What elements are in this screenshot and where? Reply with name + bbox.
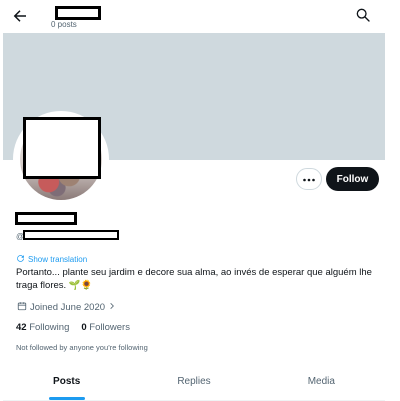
arrow-left-icon[interactable] bbox=[11, 7, 29, 25]
more-options-button[interactable] bbox=[296, 168, 322, 190]
profile-bio: Portanto... plante seu jardim e decore s… bbox=[16, 267, 372, 291]
tab-posts[interactable]: Posts bbox=[3, 366, 130, 400]
joined-date: Joined June 2020 bbox=[30, 302, 106, 313]
post-count: 0 posts bbox=[51, 20, 77, 29]
followers-label: Followers bbox=[89, 322, 130, 333]
tab-replies[interactable]: Replies bbox=[130, 366, 257, 400]
following-label: Following bbox=[29, 322, 70, 333]
search-icon[interactable] bbox=[355, 7, 371, 23]
more-icon bbox=[302, 170, 316, 188]
followers-link[interactable]: 0 Followers bbox=[81, 322, 130, 333]
profile-page: 0 posts Follow @ Show translation Portan… bbox=[3, 0, 385, 401]
tab-media[interactable]: Media bbox=[258, 366, 385, 400]
top-bar: 0 posts bbox=[3, 0, 385, 33]
tab-media-label: Media bbox=[307, 376, 335, 387]
joined-info[interactable]: Joined June 2020 bbox=[17, 301, 116, 314]
calendar-icon bbox=[17, 301, 27, 314]
followers-count: 0 bbox=[81, 322, 87, 333]
chevron-right-icon bbox=[108, 302, 116, 313]
follow-counts: 42 Following 0 Followers bbox=[16, 322, 130, 333]
redacted-avatar-area bbox=[23, 117, 101, 179]
show-translation-link[interactable]: Show translation bbox=[16, 254, 87, 265]
show-translation-label: Show translation bbox=[28, 255, 88, 264]
redacted-handle bbox=[23, 230, 119, 240]
following-link[interactable]: 42 Following bbox=[16, 322, 69, 333]
translate-icon bbox=[16, 254, 25, 265]
mutual-followers-note: Not followed by anyone you’re following bbox=[16, 343, 148, 352]
profile-tabs: Posts Replies Media bbox=[3, 366, 385, 401]
following-count: 42 bbox=[16, 322, 27, 333]
follow-button[interactable]: Follow bbox=[326, 167, 379, 191]
tab-replies-label: Replies bbox=[177, 376, 211, 387]
redacted-display-name bbox=[15, 212, 77, 225]
redacted-profile-name bbox=[55, 6, 101, 20]
